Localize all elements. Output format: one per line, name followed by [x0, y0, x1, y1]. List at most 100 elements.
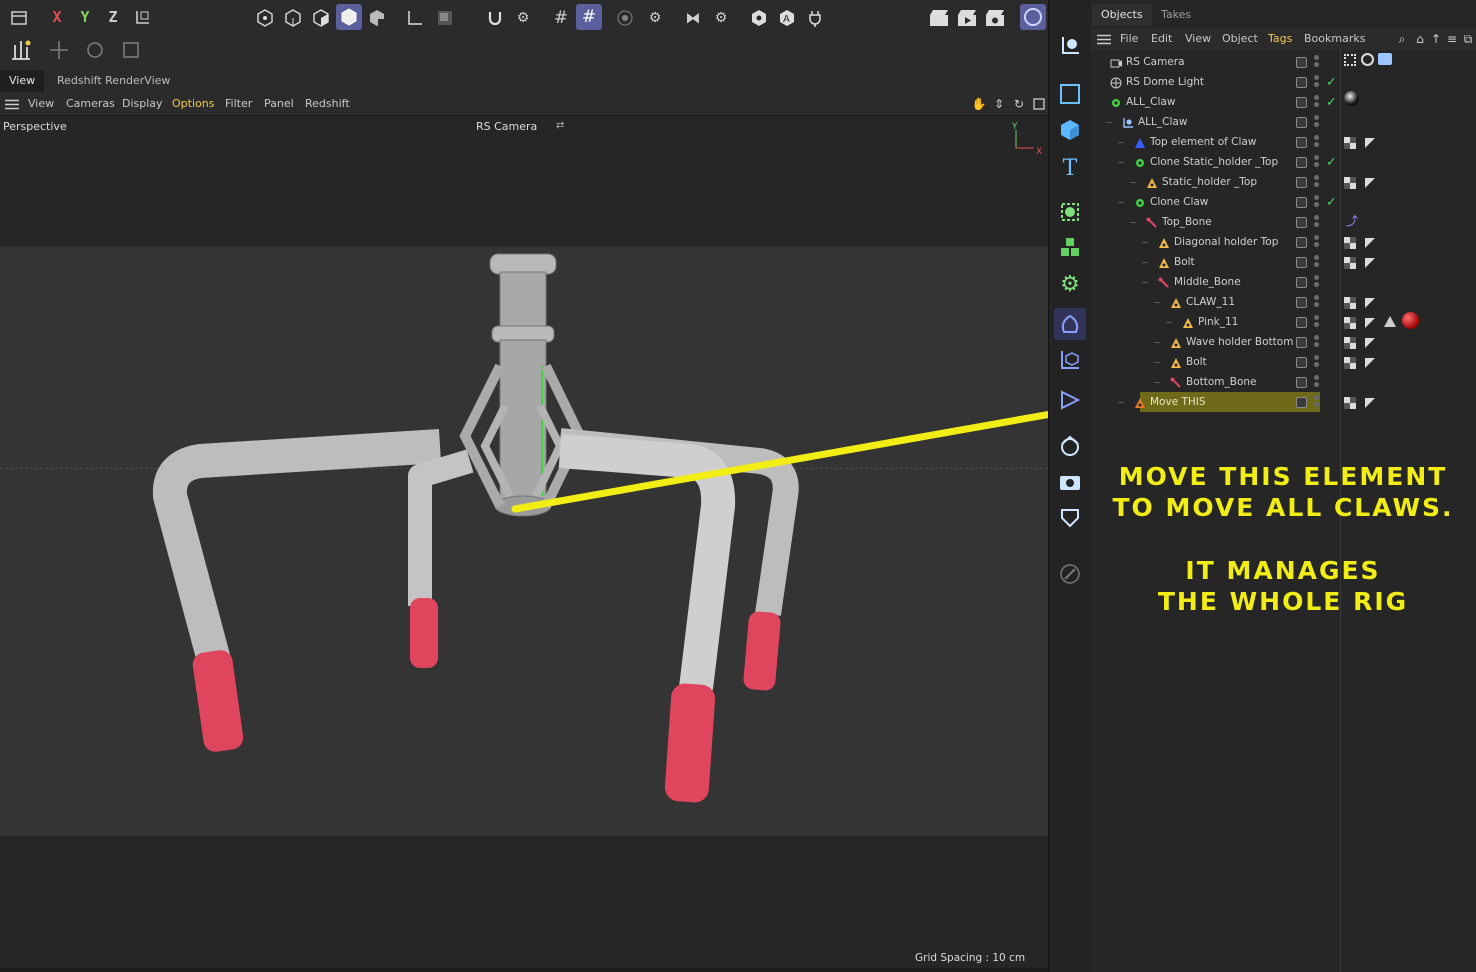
om-menu-file[interactable]: File — [1120, 28, 1138, 50]
render-view-icon[interactable] — [926, 5, 952, 31]
layer-edit-icon[interactable] — [1296, 237, 1307, 248]
visibility-dots-icon[interactable] — [1314, 195, 1319, 209]
om-menu-tags[interactable]: Tags — [1268, 28, 1292, 50]
symmetry-icon[interactable]: ⧓ — [680, 5, 706, 31]
selection-tag-icon[interactable] — [1364, 296, 1376, 308]
zoom-icon[interactable]: ⇕ — [990, 92, 1008, 116]
visibility-dots-icon[interactable] — [1314, 175, 1319, 189]
3d-viewport[interactable]: Perspective RS Camera ⇄ Y X Grid Spacing… — [0, 116, 1048, 968]
sketch-icon[interactable] — [1054, 558, 1086, 590]
layer-edit-icon[interactable] — [1296, 277, 1307, 288]
enabled-check-icon[interactable]: ✓ — [1326, 73, 1337, 93]
object-row[interactable]: Middle_Bone — [1090, 272, 1476, 292]
null-object-icon[interactable] — [1054, 30, 1086, 62]
object-name[interactable]: Pink_11 — [1198, 312, 1238, 332]
object-name[interactable]: Move THIS — [1150, 392, 1206, 412]
visibility-dots-icon[interactable] — [1314, 55, 1319, 69]
selection-tag-icon[interactable] — [1364, 336, 1376, 348]
object-row[interactable]: Clone Static_holder _Top ✓ — [1090, 152, 1476, 172]
visibility-dots-icon[interactable] — [1314, 115, 1319, 129]
x-axis-button[interactable]: X — [44, 4, 70, 30]
material-tag-icon[interactable] — [1344, 91, 1359, 106]
compositing-tag-icon[interactable] — [1361, 53, 1374, 66]
visibility-dots-icon[interactable] — [1314, 355, 1319, 369]
soft-selection-icon[interactable] — [612, 5, 638, 31]
y-axis-button[interactable]: Y — [72, 4, 98, 30]
om-menu-bookmarks[interactable]: Bookmarks — [1304, 28, 1365, 50]
enabled-check-icon[interactable]: ✓ — [1326, 93, 1337, 113]
selection-tag-icon[interactable] — [1364, 316, 1376, 328]
object-name[interactable]: Diagonal holder Top — [1174, 232, 1278, 252]
maximize-view-icon[interactable] — [1030, 92, 1048, 116]
axis-mode-icon[interactable] — [402, 5, 428, 31]
object-name[interactable]: Top_Bone — [1162, 212, 1212, 232]
om-menu-object[interactable]: Object — [1222, 28, 1258, 50]
enabled-check-icon[interactable]: ✓ — [1326, 153, 1337, 173]
object-row[interactable]: Diagonal holder Top — [1090, 232, 1476, 252]
visibility-dots-icon[interactable] — [1314, 395, 1319, 409]
workplane-icon[interactable]: # — [548, 5, 574, 31]
object-name[interactable]: RS Dome Light — [1126, 72, 1204, 92]
object-name[interactable]: Bolt — [1186, 352, 1207, 372]
object-row[interactable]: RS Dome Light ✓ — [1090, 72, 1476, 92]
transform-tool-icon[interactable] — [118, 37, 144, 63]
spline-rectangle-icon[interactable] — [1054, 78, 1086, 110]
object-name[interactable]: Bottom_Bone — [1186, 372, 1257, 392]
menu-display[interactable]: Display — [122, 92, 163, 116]
layer-edit-icon[interactable] — [1296, 57, 1307, 68]
object-name[interactable]: Bolt — [1174, 252, 1195, 272]
object-row[interactable]: Bottom_Bone — [1090, 372, 1476, 392]
tab-redshift-renderview[interactable]: Redshift RenderView — [48, 70, 179, 92]
phong-tag-icon[interactable] — [1384, 316, 1396, 327]
cloner-icon[interactable] — [1054, 196, 1086, 228]
visibility-dots-icon[interactable] — [1314, 135, 1319, 149]
visibility-dots-icon[interactable] — [1314, 75, 1319, 89]
visibility-dots-icon[interactable] — [1314, 235, 1319, 249]
view-visibility-icon[interactable] — [746, 5, 772, 31]
om-hamburger-icon[interactable] — [1094, 28, 1114, 50]
visibility-dots-icon[interactable] — [1314, 375, 1319, 389]
object-row[interactable]: Bolt — [1090, 352, 1476, 372]
camera-object-icon[interactable] — [1054, 466, 1086, 498]
menu-filter[interactable]: Filter — [225, 92, 252, 116]
visibility-dots-icon[interactable] — [1314, 335, 1319, 349]
pan-icon[interactable]: ✋ — [970, 92, 988, 116]
texture-tag-icon[interactable] — [1344, 136, 1356, 149]
cube-icon[interactable] — [1054, 114, 1086, 146]
selection-tag-icon[interactable] — [1364, 176, 1376, 188]
up-icon[interactable]: ↑ — [1428, 28, 1444, 50]
tab-view[interactable]: View — [0, 70, 45, 92]
object-name[interactable]: Middle_Bone — [1174, 272, 1241, 292]
selection-tag-icon[interactable] — [1364, 356, 1376, 368]
pink-material-tag-icon[interactable] — [1402, 312, 1419, 329]
layer-edit-icon[interactable] — [1296, 317, 1307, 328]
object-row[interactable]: ALL_Claw — [1090, 112, 1476, 132]
tab-objects[interactable]: Objects — [1092, 4, 1152, 26]
object-row[interactable]: Move THIS — [1090, 392, 1476, 412]
layer-edit-icon[interactable] — [1296, 97, 1307, 108]
layer-edit-icon[interactable] — [1296, 397, 1307, 408]
menu-redshift[interactable]: Redshift — [305, 92, 350, 116]
symmetry-options-icon[interactable]: ⚙ — [708, 5, 734, 31]
object-name[interactable]: ALL_Claw — [1138, 112, 1187, 132]
z-axis-button[interactable]: Z — [100, 4, 126, 30]
object-row[interactable]: Static_holder _Top — [1090, 172, 1476, 192]
layer-edit-icon[interactable] — [1296, 357, 1307, 368]
menu-view[interactable]: View — [28, 92, 54, 116]
object-row[interactable]: RS Camera — [1090, 52, 1476, 72]
texture-tag-icon[interactable] — [1344, 336, 1356, 349]
grid-snap-icon[interactable]: # — [576, 4, 602, 30]
visibility-dots-icon[interactable] — [1314, 295, 1319, 309]
object-name[interactable]: RS Camera — [1126, 52, 1185, 72]
new-window-icon[interactable]: ⧉ — [1460, 28, 1476, 50]
visibility-dots-icon[interactable] — [1314, 315, 1319, 329]
layer-edit-icon[interactable] — [1296, 137, 1307, 148]
object-row[interactable]: Top_Bone — [1090, 212, 1476, 232]
texture-tag-icon[interactable] — [1344, 316, 1356, 329]
redshift-icon[interactable] — [1020, 4, 1046, 30]
edges-mode-icon[interactable] — [280, 5, 306, 31]
enabled-check-icon[interactable]: ✓ — [1326, 193, 1337, 213]
object-row[interactable]: ALL_Claw ✓ — [1090, 92, 1476, 112]
redshift-camera-tag-icon[interactable] — [1378, 53, 1392, 65]
texture-tag-icon[interactable] — [1344, 356, 1356, 369]
